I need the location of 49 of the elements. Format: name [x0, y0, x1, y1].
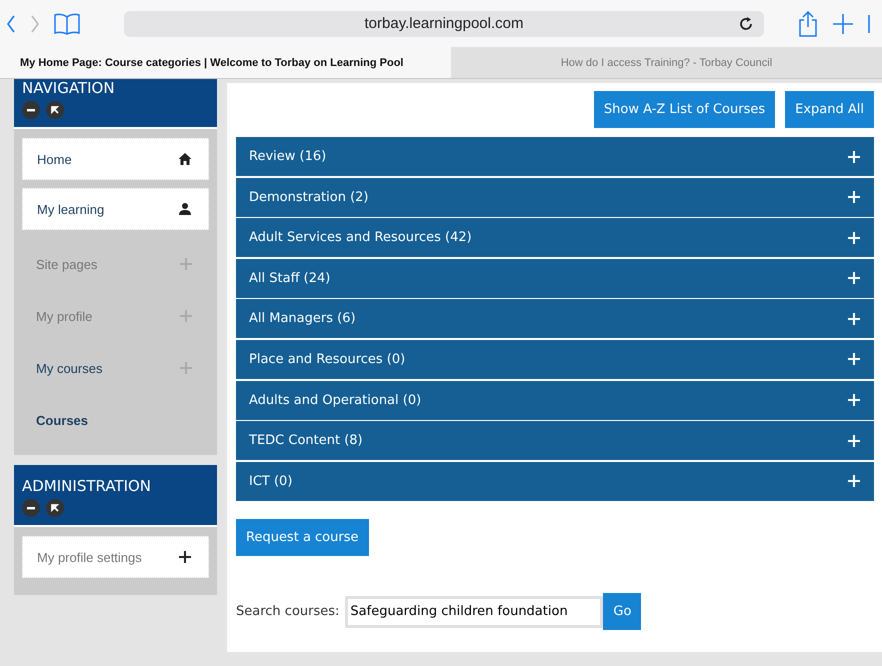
dock-icon[interactable]	[46, 101, 64, 119]
category-row[interactable]: ICT (0)	[236, 462, 874, 501]
plus-icon	[179, 361, 193, 375]
plus-icon	[178, 550, 192, 564]
request-course-button[interactable]: Request a course	[236, 519, 368, 556]
block-title: ADMINISTRATION	[22, 477, 152, 495]
new-tab-icon	[832, 12, 854, 34]
nav-item[interactable]: My courses	[22, 342, 209, 394]
plus-icon	[848, 394, 860, 406]
user-icon	[178, 202, 192, 216]
plus-icon	[848, 150, 860, 162]
category-row[interactable]: Place and Resources (0)	[236, 340, 874, 379]
search-field[interactable]: Safeguarding children foundation	[345, 596, 604, 628]
back-icon	[6, 14, 16, 34]
go-button[interactable]: Go	[603, 593, 642, 630]
plus-icon	[848, 312, 860, 325]
plus-icon	[848, 272, 860, 284]
book-icon	[54, 12, 80, 34]
category-row[interactable]: All Staff (24)	[236, 258, 874, 298]
plus-icon	[848, 232, 860, 244]
reload-icon	[738, 16, 754, 32]
nav-item[interactable]: Home	[22, 138, 209, 180]
browser-tab[interactable]: My Home Page: Course categories | Welcome to Torbay on Learning Pool	[0, 47, 451, 78]
dock-icon[interactable]	[46, 499, 64, 517]
action-button[interactable]: Show A-Z List of Courses	[594, 91, 776, 128]
home-icon	[178, 152, 192, 166]
action-button[interactable]: Expand All	[785, 91, 874, 128]
forward-icon	[30, 14, 40, 34]
share-icon	[798, 10, 818, 36]
nav-item[interactable]: My profile settings	[22, 536, 209, 578]
plus-icon	[848, 191, 860, 204]
category-row[interactable]: Adults and Operational (0)	[236, 380, 874, 420]
category-row[interactable]: Adult Services and Resources (42)	[236, 218, 874, 258]
address-bar[interactable]: torbay.learningpool.com	[124, 10, 764, 36]
collapse-icon[interactable]	[22, 101, 40, 119]
nav-item[interactable]: Courses	[22, 394, 209, 446]
plus-icon	[848, 434, 860, 447]
block-title: NAVIGATION	[22, 79, 116, 97]
plus-icon	[179, 257, 193, 271]
category-row[interactable]: Review (16)	[236, 137, 874, 176]
plus-icon	[848, 475, 860, 488]
category-row[interactable]: All Managers (6)	[236, 299, 874, 338]
category-row[interactable]: TEDC Content (8)	[236, 421, 874, 460]
search-label: Search courses:	[236, 604, 340, 620]
nav-item[interactable]: My learning	[22, 188, 209, 230]
plus-icon	[848, 353, 860, 366]
collapse-icon[interactable]	[22, 499, 40, 517]
plus-icon	[179, 309, 193, 323]
category-row[interactable]: Demonstration (2)	[236, 178, 874, 217]
